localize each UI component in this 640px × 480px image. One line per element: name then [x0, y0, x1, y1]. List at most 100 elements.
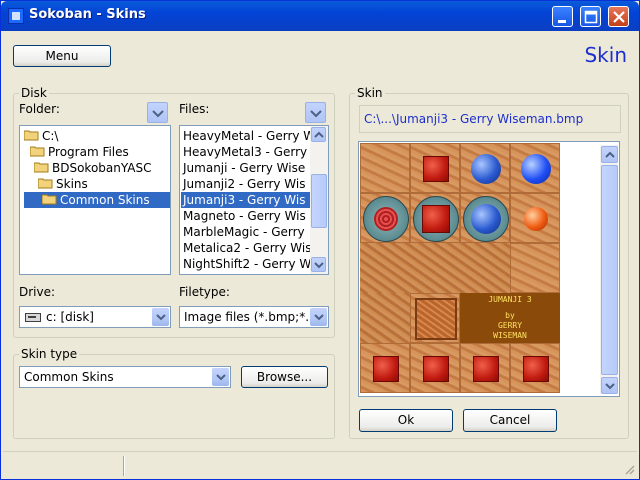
skin-preview-image: JUMANJI 3 by GERRY WISEMAN	[360, 143, 560, 393]
folder-tree[interactable]: C:\ Program Files BDSokobanYASC Skins Co…	[19, 125, 171, 275]
box-tile	[510, 343, 560, 393]
box-tile	[410, 143, 460, 193]
open-folder-icon	[33, 161, 49, 173]
skin-type-value: Common Skins	[24, 370, 114, 384]
maximize-button[interactable]	[580, 6, 601, 27]
list-item[interactable]: HeavyMetal3 - Gerry W	[183, 144, 323, 160]
gem-tile-blue	[460, 143, 510, 193]
filetype-dropdown-button[interactable]	[310, 308, 327, 326]
minimize-icon	[558, 20, 566, 23]
filetype-value: Image files (*.bmp;*.	[184, 310, 308, 324]
drive-select[interactable]: c: [disk]	[19, 306, 171, 328]
chevron-down-icon	[310, 110, 322, 118]
skin-title-plate: JUMANJI 3 by GERRY WISEMAN	[460, 293, 560, 343]
list-item[interactable]: NightShift2 - Gerry W	[183, 256, 311, 272]
chevron-down-icon	[314, 262, 324, 269]
resize-grip-icon[interactable]	[623, 463, 635, 475]
ok-button-label: Ok	[397, 413, 415, 427]
chevron-down-icon	[156, 314, 166, 321]
drive-value: c: [disk]	[46, 310, 94, 324]
scroll-thumb[interactable]	[311, 174, 327, 228]
tree-item-label: Skins	[56, 177, 88, 191]
skin-type-select[interactable]: Common Skins	[19, 366, 231, 388]
skin-path: C:\...\Jumanji3 - Gerry Wiseman.bmp	[359, 105, 621, 133]
chevron-down-icon	[605, 383, 615, 390]
wall-tile	[360, 293, 410, 343]
title-bar[interactable]: Sokoban - Skins	[1, 1, 639, 31]
floor-tile	[360, 143, 410, 193]
tree-item-label: Common Skins	[60, 193, 150, 207]
browse-button-label: Browse...	[256, 370, 313, 384]
open-folder-icon	[23, 129, 39, 141]
list-item[interactable]: Metalica2 - Gerry Wis	[183, 240, 311, 256]
files-scrollbar[interactable]	[310, 126, 328, 274]
box-tile-large	[410, 293, 460, 343]
list-item-selected[interactable]: Jumanji3 - Gerry Wis	[181, 192, 310, 208]
browse-button[interactable]: Browse...	[241, 366, 328, 388]
drive-dropdown-button[interactable]	[152, 308, 169, 326]
scroll-down-button[interactable]	[601, 377, 618, 394]
list-item[interactable]: HeavyMetal - Gerry W	[183, 128, 315, 144]
chevron-down-icon	[152, 110, 164, 118]
skin-title-line: GERRY	[497, 321, 523, 330]
skin-type-group-label: Skin type	[19, 347, 80, 361]
goal-tile	[360, 193, 410, 243]
chevron-down-icon	[314, 314, 324, 321]
files-dropdown-button[interactable]	[305, 102, 326, 123]
tree-item-selected[interactable]: Common Skins	[24, 192, 170, 208]
skins-window: Sokoban - Skins Menu Skin Disk Folder: C…	[0, 0, 640, 480]
scroll-up-button[interactable]	[601, 146, 618, 163]
scroll-down-button[interactable]	[311, 257, 326, 272]
close-button[interactable]	[608, 6, 629, 27]
tree-item[interactable]: BDSokobanYASC	[33, 160, 151, 176]
floor-tile	[510, 243, 560, 293]
scroll-thumb[interactable]	[601, 165, 618, 375]
list-item[interactable]: MarbleMagic - Gerry	[183, 224, 305, 240]
app-icon	[8, 8, 24, 24]
tree-item[interactable]: Skins	[37, 176, 88, 192]
box-on-goal-tile	[410, 193, 460, 243]
scroll-up-button[interactable]	[311, 127, 326, 142]
orange-gem-tile	[510, 193, 560, 243]
list-item[interactable]: Magneto - Gerry Wis	[183, 208, 306, 224]
menu-button-label: Menu	[45, 49, 79, 63]
open-folder-icon	[41, 193, 57, 205]
chevron-up-icon	[605, 151, 615, 158]
preview-scrollbar[interactable]	[600, 145, 618, 394]
skin-group-label: Skin	[355, 86, 385, 100]
menu-button[interactable]: Menu	[13, 45, 111, 67]
folder-dropdown-button[interactable]	[147, 102, 168, 123]
status-bar	[3, 451, 637, 477]
minimize-button[interactable]	[552, 6, 573, 27]
cancel-button[interactable]: Cancel	[463, 409, 557, 432]
files-label: Files:	[179, 102, 210, 116]
list-item[interactable]: Jumanji2 - Gerry Wis	[183, 176, 306, 192]
skin-title-line: WISEMAN	[493, 331, 527, 340]
files-list[interactable]: HeavyMetal - Gerry W HeavyMetal3 - Gerry…	[179, 125, 329, 275]
skin-title-line: JUMANJI 3	[488, 295, 532, 304]
filetype-label: Filetype:	[179, 285, 230, 299]
chevron-down-icon	[216, 374, 226, 381]
open-folder-icon	[37, 177, 53, 189]
drive-icon	[25, 313, 41, 322]
tree-item-label: Program Files	[48, 145, 129, 159]
cancel-button-label: Cancel	[489, 413, 531, 427]
gem-on-goal-tile	[460, 193, 510, 243]
close-icon	[613, 11, 625, 23]
status-divider	[123, 456, 125, 476]
skin-title-line: by	[505, 311, 515, 320]
folder-label: Folder:	[19, 102, 60, 116]
drive-label: Drive:	[19, 285, 56, 299]
chevron-up-icon	[314, 131, 324, 138]
ok-button[interactable]: Ok	[359, 409, 453, 432]
box-tile	[360, 343, 410, 393]
wall-tile	[360, 243, 510, 293]
tree-item[interactable]: Program Files	[29, 144, 129, 160]
list-item[interactable]: Jumanji - Gerry Wise	[183, 160, 305, 176]
page-title: Skin	[584, 43, 627, 67]
open-folder-icon	[29, 145, 45, 157]
skin-type-dropdown-button[interactable]	[212, 368, 229, 386]
filetype-select[interactable]: Image files (*.bmp;*.	[179, 306, 329, 328]
skin-preview-panel[interactable]: JUMANJI 3 by GERRY WISEMAN	[358, 141, 620, 397]
tree-item[interactable]: C:\	[23, 128, 58, 144]
